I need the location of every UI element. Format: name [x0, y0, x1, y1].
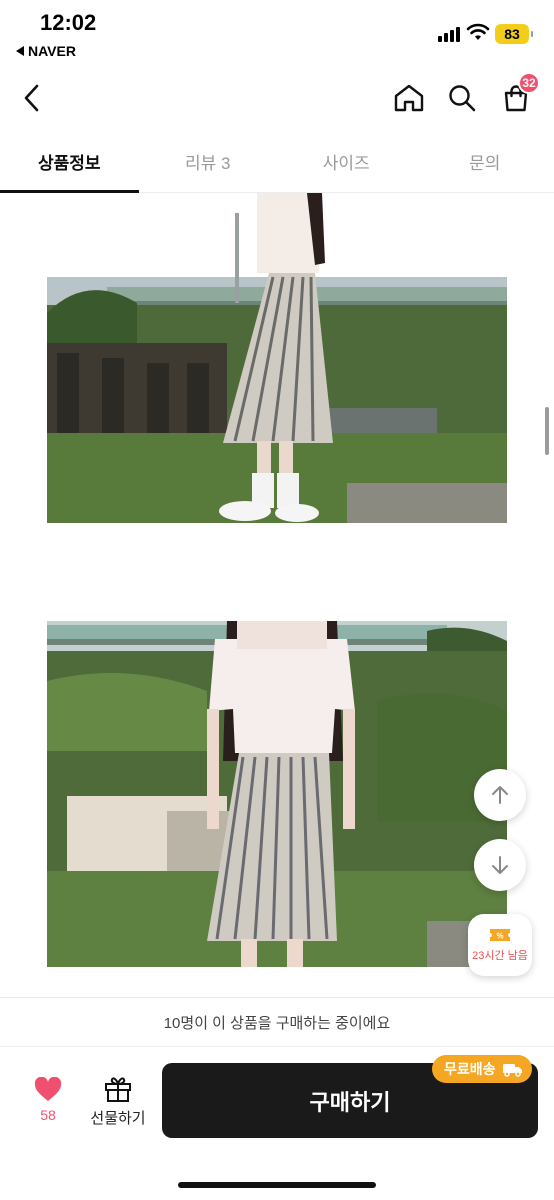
cart-button[interactable]: 32 — [496, 72, 540, 118]
search-button[interactable] — [442, 78, 482, 118]
product-photo-1-image — [47, 193, 507, 523]
product-photo-1 — [47, 193, 507, 523]
product-photo-2-image — [47, 621, 507, 967]
heart-icon — [34, 1077, 62, 1101]
product-photo-2 — [47, 621, 507, 967]
home-icon — [394, 84, 424, 112]
free-shipping-label: 무료배송 — [444, 1061, 496, 1077]
home-button[interactable] — [389, 78, 429, 118]
tab-size[interactable]: 사이즈 — [277, 130, 416, 192]
back-app-label: NAVER — [28, 43, 76, 59]
scrollbar-thumb[interactable] — [545, 407, 549, 455]
status-bar: 12:02 NAVER 83 — [0, 0, 554, 64]
back-button[interactable] — [12, 78, 52, 118]
search-icon — [449, 85, 476, 112]
back-triangle-icon — [16, 46, 24, 56]
coupon-time-remaining: 23시간 남음 — [472, 950, 528, 962]
battery-indicator: 83 — [495, 24, 533, 44]
gift-icon — [105, 1077, 131, 1102]
product-detail-content[interactable] — [0, 193, 554, 997]
arrow-down-icon — [492, 856, 508, 874]
scroll-to-top-button[interactable] — [474, 769, 526, 821]
product-tabs: 상품정보 리뷰 3 사이즈 문의 — [0, 130, 554, 193]
like-count: 58 — [40, 1107, 56, 1123]
chevron-left-icon — [24, 84, 39, 112]
coupon-icon: % — [490, 929, 510, 941]
tab-inquiry[interactable]: 문의 — [416, 130, 554, 192]
truck-icon — [502, 1064, 522, 1077]
scroll-to-bottom-button[interactable] — [474, 839, 526, 891]
like-button[interactable]: 58 — [20, 1077, 76, 1137]
buyers-notice: 10명이 이 상품을 구매하는 중이에요 — [0, 997, 554, 1047]
home-indicator[interactable] — [178, 1182, 376, 1188]
back-to-app-link[interactable]: NAVER — [16, 43, 76, 59]
tab-reviews[interactable]: 리뷰 3 — [139, 130, 278, 192]
free-shipping-badge: 무료배송 — [432, 1055, 532, 1083]
svg-text:%: % — [496, 932, 503, 941]
timed-coupon-button[interactable]: % 23시간 남음 — [468, 914, 532, 976]
cellular-signal-icon — [438, 26, 460, 42]
arrow-up-icon — [492, 786, 508, 804]
wifi-icon — [466, 23, 490, 40]
status-time: 12:02 — [40, 10, 97, 35]
tab-product-info[interactable]: 상품정보 — [0, 130, 139, 193]
app-header: 32 — [0, 64, 554, 130]
cart-count-badge: 32 — [518, 72, 540, 94]
gift-label: 선물하기 — [90, 1110, 146, 1127]
gift-button[interactable]: 선물하기 — [86, 1075, 150, 1135]
